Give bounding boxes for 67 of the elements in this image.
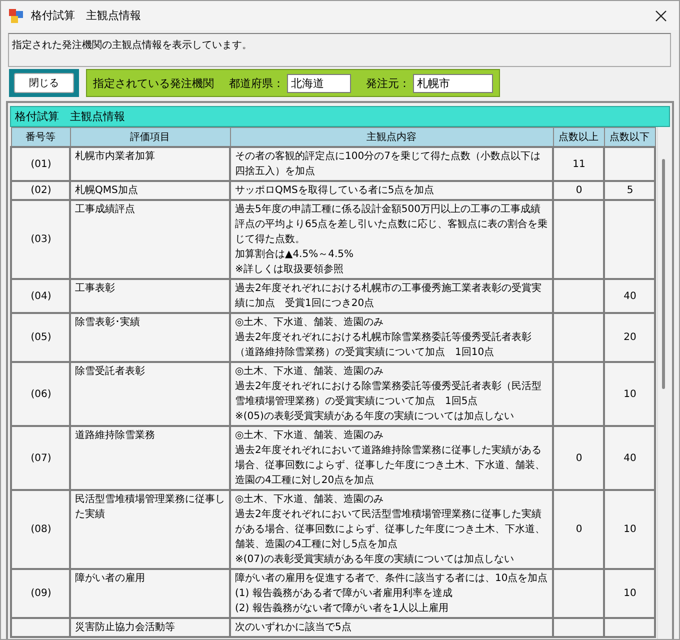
max-score-cell: 10	[624, 588, 636, 599]
close-icon[interactable]	[655, 10, 667, 22]
item-cell: 災害防止協力会活動等	[75, 622, 175, 633]
row-number-cell: (06)	[30, 388, 52, 400]
max-score-cell: 10	[624, 524, 636, 535]
min-score-cell: 0	[576, 524, 582, 535]
column-header[interactable]: 点数以下	[604, 128, 655, 147]
max-score-cell: 5	[626, 185, 634, 196]
max-score-cell: 40	[624, 452, 636, 464]
content-cell: 次のいずれかに該当で5点	[235, 622, 352, 633]
item-cell: 除雪表彰･実績	[75, 317, 140, 328]
item-cell: 道路維持除雪業務	[75, 430, 155, 441]
prefecture-label: 都道府県：	[229, 76, 284, 90]
scrollbar-thumb[interactable]	[662, 159, 665, 389]
max-score-cell: 40	[624, 290, 636, 302]
content-paragraph: (1) 報告義務がある者で障がい者雇用利率を達成	[235, 586, 454, 601]
min-score-cell: 0	[576, 452, 582, 464]
content-paragraph: ※(05)の表彰受賞実績がある年度の実績については加点しない	[235, 410, 515, 424]
item-cell: 札幌QMS加点	[75, 185, 138, 196]
agency-label: 指定されている発注機関	[93, 76, 214, 90]
message-box: 指定された発注機関の主観点情報を表示しています。	[8, 33, 671, 67]
orderer-label: 発注元：	[366, 76, 410, 90]
content-paragraph: ◎土木、下水道、舗装、造園のみ	[235, 364, 385, 379]
min-score-cell: 0	[576, 185, 582, 196]
item-cell: 工事成績評点	[75, 204, 135, 215]
content-paragraph: ◎土木、下水道、舗装、造園のみ	[235, 492, 385, 507]
column-header[interactable]: 番号等	[11, 128, 70, 147]
min-score-cell: 11	[572, 158, 586, 170]
prefecture-field[interactable]: 北海道	[287, 74, 351, 92]
content-paragraph: (2) 報告義務がない者で障がい者を1人以上雇用	[235, 602, 450, 616]
content-paragraph: 過去2年度それぞれにおける札幌市除雪業務委託等優秀受託者表彰（道路維持除雪業務）の受賞実績について加点 1回10点	[235, 330, 532, 360]
content-cell: サッポロQMSを取得している者に5点を加点	[235, 185, 434, 196]
content-paragraph: ※(07)の表彰受賞実績がある年度の実績については加点しない	[235, 552, 515, 567]
column-header[interactable]: 評価項目	[70, 128, 230, 147]
row-number-cell: (09)	[30, 588, 52, 599]
app-icon	[9, 8, 23, 22]
row-number-cell: (03)	[30, 234, 52, 245]
content-paragraph: 障がい者の雇用を促進する者で、条件に該当する者には、10点を加点	[235, 572, 549, 586]
content-paragraph: 過去2年度それぞれにおける除雪業務委託等優秀受託者表彰（民活型雪堆積場管理業務）の受賞実績について加点 1回5点	[235, 380, 542, 409]
content-paragraph: ◎土木、下水道、舗装、造園のみ	[235, 428, 385, 443]
column-header[interactable]: 点数以上	[553, 128, 604, 147]
content-paragraph: 過去5年度の申請工種に係る設計金額500万円以上の工事の工事成績評点の平均より65点を差し引いた点数に応じ、客観点に表の割合を乗じて得た点数。	[235, 202, 549, 247]
content-cell: その者の客観的評定点に100分の7を乗じて得た点数（小数点以下は四捨五入）を加点	[235, 151, 540, 177]
item-cell: 除雪受託者表彰	[75, 366, 145, 377]
row-number-cell: (08)	[30, 524, 52, 535]
item-cell: 工事表彰	[75, 283, 115, 294]
row-number-cell: (04)	[30, 290, 52, 302]
column-header[interactable]: 主観点内容	[230, 128, 553, 147]
content-cell: 過去2年度それぞれにおける札幌市の工事優秀施工業者表彰の受賞実績に加点 受賞1回につき20点	[235, 283, 542, 309]
item-cell: 民活型雪堆積場管理業務に従事した実績	[75, 494, 225, 520]
max-score-cell: 20	[624, 332, 636, 343]
row-number-cell: (02)	[30, 185, 52, 196]
item-cell: 障がい者の雇用	[75, 573, 145, 584]
content-paragraph: ◎土木、下水道、舗装、造園のみ	[235, 316, 385, 330]
content-paragraph: 過去2年度それぞれにおいて民活型雪堆積場管理業務に従事した実績がある場合、従事回数によらず、従事した年度につき土木、下水道、舗装、造園の4工種に対し5点を加点	[235, 508, 546, 552]
orderer-field[interactable]: 札幌市	[413, 74, 493, 92]
window-title: 格付試算 主観点情報	[31, 8, 141, 23]
row-number-cell: (07)	[30, 452, 52, 464]
content-paragraph: ※詳しくは取扱要領参照	[235, 262, 344, 277]
close-button[interactable]: 閉じる	[14, 73, 74, 93]
row-number-cell: (01)	[30, 158, 52, 170]
row-number-cell: (05)	[30, 332, 52, 343]
content-paragraph: 過去2年度それぞれにおいて道路維持除雪業務に従事した実績がある場合、従事回数によらず、従事した年度につき土木、下水道、舗装、造園の4工種に対し20点を加点	[235, 444, 546, 488]
grid-title: 格付試算 主観点情報	[10, 106, 670, 127]
max-score-cell: 10	[624, 388, 636, 400]
item-cell: 札幌市内業者加算	[75, 151, 155, 162]
content-paragraph: 加算割合は▲4.5%～4.5%	[235, 248, 355, 262]
